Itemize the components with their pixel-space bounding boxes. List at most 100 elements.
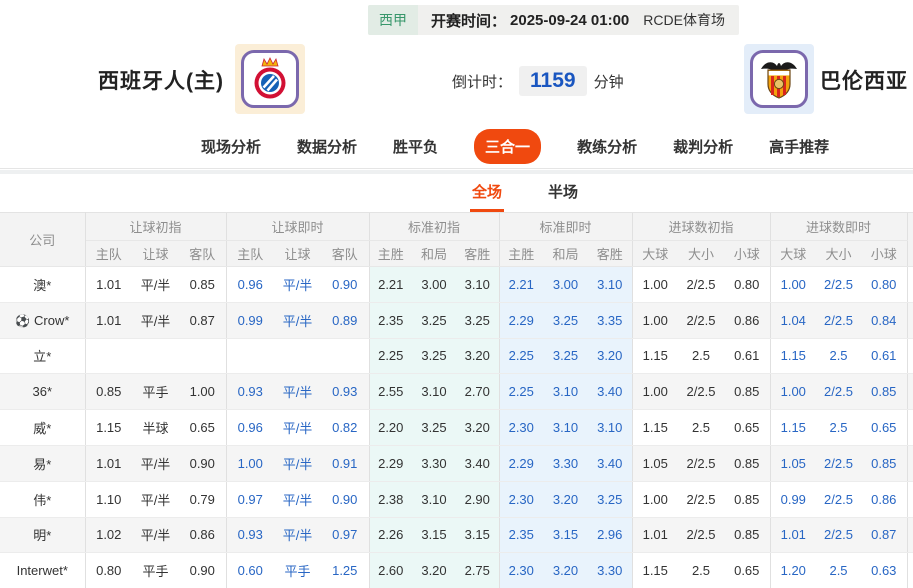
odds-cell: 1.00 <box>225 445 274 482</box>
sub-header: 大小 <box>678 240 724 267</box>
odds-cell: 2.25 <box>498 338 543 375</box>
subtab-full-match[interactable]: 全场 <box>469 174 504 212</box>
odds-cell <box>179 338 226 375</box>
odds-cell: 3.30 <box>543 445 588 482</box>
odds-cell: 1.15 <box>631 338 678 375</box>
table-row: ⚽ Crow* 1.01 平/半 0.87 0.99 平/半 0.89 2.35 3.25 3.25… <box>0 302 913 339</box>
odds-cell: 2.21 <box>498 266 543 303</box>
company-column-header: 公司 <box>0 212 86 267</box>
odds-cell: 平/半 <box>274 517 321 554</box>
period-subtabs: 全场 半场 <box>0 174 913 212</box>
odds-cell: 2/2.5 <box>678 302 724 339</box>
company-cell[interactable]: 澳* <box>0 266 85 303</box>
odds-cell: 1.10 <box>84 481 132 518</box>
odds-cell: 3.10 <box>412 373 456 411</box>
odds-cell: 1.00 <box>631 302 678 339</box>
odds-cell: 3.10 <box>456 266 499 303</box>
cutoff-cell <box>906 266 913 303</box>
sub-header: 客胜 <box>588 240 632 267</box>
odds-cell: 0.87 <box>179 302 226 339</box>
odds-cell: 2.25 <box>368 338 412 375</box>
odds-cell: 2.96 <box>588 517 632 554</box>
subtab-half-match[interactable]: 半场 <box>546 174 580 212</box>
odds-table-wrap: 公司 让球初指 让球即时 标准初指 标准即时 进球数初指 进球数即时 主队 让球 客队 主队 让球客… <box>0 212 913 588</box>
odds-cell: 平手 <box>274 552 321 588</box>
odds-cell: 3.40 <box>588 373 632 411</box>
company-cell[interactable]: ⚽ Crow* <box>0 302 85 339</box>
odds-cell: 0.89 <box>321 302 369 339</box>
countdown-value: 1159 <box>519 66 587 96</box>
odds-cell: 0.87 <box>861 517 908 554</box>
odds-cell: 平/半 <box>274 445 321 482</box>
nav-tab-1[interactable]: 数据分析 <box>297 136 357 157</box>
sub-header: 主胜 <box>498 240 543 267</box>
odds-cell: 0.96 <box>225 266 274 303</box>
odds-cell: 3.10 <box>588 409 632 446</box>
nav-tab-6[interactable]: 高手推荐 <box>769 136 829 157</box>
odds-cell: 2/2.5 <box>678 373 724 411</box>
sub-header: 让球 <box>132 240 179 267</box>
odds-cell: 0.93 <box>225 517 274 554</box>
odds-cell: 2.30 <box>498 481 543 518</box>
odds-cell: 2.60 <box>368 552 412 588</box>
company-cell[interactable]: 明* <box>0 517 85 554</box>
odds-cell: 3.25 <box>588 481 632 518</box>
home-team-logo <box>235 44 305 114</box>
odds-cell: 2.5 <box>816 338 862 375</box>
odds-cell: 0.96 <box>225 409 274 446</box>
group-header: 进球数初指 <box>631 212 771 241</box>
company-cell[interactable]: 易* <box>0 445 85 482</box>
cutoff-cell <box>906 409 913 446</box>
odds-cell: 3.30 <box>412 445 456 482</box>
odds-cell: 3.20 <box>456 338 499 375</box>
odds-cell: 3.20 <box>543 552 588 588</box>
sub-header: 和局 <box>543 240 588 267</box>
odds-cell: 1.02 <box>84 517 132 554</box>
odds-cell: 3.00 <box>543 266 588 303</box>
league-badge[interactable]: 西甲 <box>368 5 418 35</box>
cutoff-column-header <box>906 212 913 267</box>
table-row: Interwet* 0.80 平手 0.90 0.60 平手 1.25 2.60 3.20 2.7… <box>0 552 913 588</box>
nav-tab-0[interactable]: 现场分析 <box>201 136 261 157</box>
home-team-name: 西班牙人(主) <box>98 70 224 93</box>
odds-table: 公司 让球初指 让球即时 标准初指 标准即时 进球数初指 进球数即时 主队 让球 客队 主队 让球客… <box>0 212 913 588</box>
soccer-ball-icon: ⚽ <box>15 313 31 328</box>
countdown: 倒计时： 1159 分钟 <box>452 66 624 96</box>
table-row: 立* 2.25 3.25 3.20 2.25 3.25 3.20 1.15 2.5 0.61 1.1… <box>0 338 913 375</box>
odds-cell: 0.97 <box>321 517 369 554</box>
odds-cell: 1.01 <box>769 517 817 554</box>
odds-cell: 0.85 <box>724 517 771 554</box>
cutoff-cell <box>906 338 913 375</box>
odds-cell: 0.61 <box>724 338 771 375</box>
table-row: 伟* 1.10 平/半 0.79 0.97 平/半 0.90 2.38 3.10 2.90 2.30… <box>0 481 913 518</box>
odds-cell: 2.35 <box>368 302 412 339</box>
match-info-bar: 西甲 开赛时间： 2025-09-24 01:00 RCDE体育场 <box>368 5 739 35</box>
odds-cell: 2/2.5 <box>678 517 724 554</box>
company-cell[interactable]: 伟* <box>0 481 85 518</box>
odds-cell: 0.85 <box>84 373 132 411</box>
odds-cell: 2/2.5 <box>678 445 724 482</box>
odds-cell: 2.75 <box>456 552 499 588</box>
odds-cell: 3.15 <box>412 517 456 554</box>
company-cell[interactable]: Interwet* <box>0 552 85 588</box>
odds-cell: 平/半 <box>274 481 321 518</box>
odds-cell: 3.10 <box>588 266 632 303</box>
nav-tab-2[interactable]: 胜平负 <box>393 136 438 157</box>
nav-tab-4[interactable]: 教练分析 <box>577 136 637 157</box>
odds-cell: 3.35 <box>588 302 632 339</box>
group-header: 进球数即时 <box>769 212 908 241</box>
odds-cell: 3.25 <box>456 302 499 339</box>
nav-tab-3[interactable]: 三合一 <box>474 129 542 164</box>
odds-cell: 0.85 <box>724 373 771 411</box>
odds-cell: 1.05 <box>769 445 817 482</box>
company-cell[interactable]: 威* <box>0 409 85 446</box>
odds-cell: 1.25 <box>321 552 369 588</box>
company-cell[interactable]: 36* <box>0 373 85 411</box>
countdown-label: 倒计时： <box>452 73 513 91</box>
company-cell[interactable]: 立* <box>0 338 85 375</box>
odds-cell: 1.15 <box>631 552 678 588</box>
nav-tab-5[interactable]: 裁判分析 <box>673 136 733 157</box>
odds-cell: 0.82 <box>321 409 369 446</box>
group-header: 让球即时 <box>225 212 369 241</box>
kickoff-time: 2025-09-24 01:00 <box>510 11 630 29</box>
